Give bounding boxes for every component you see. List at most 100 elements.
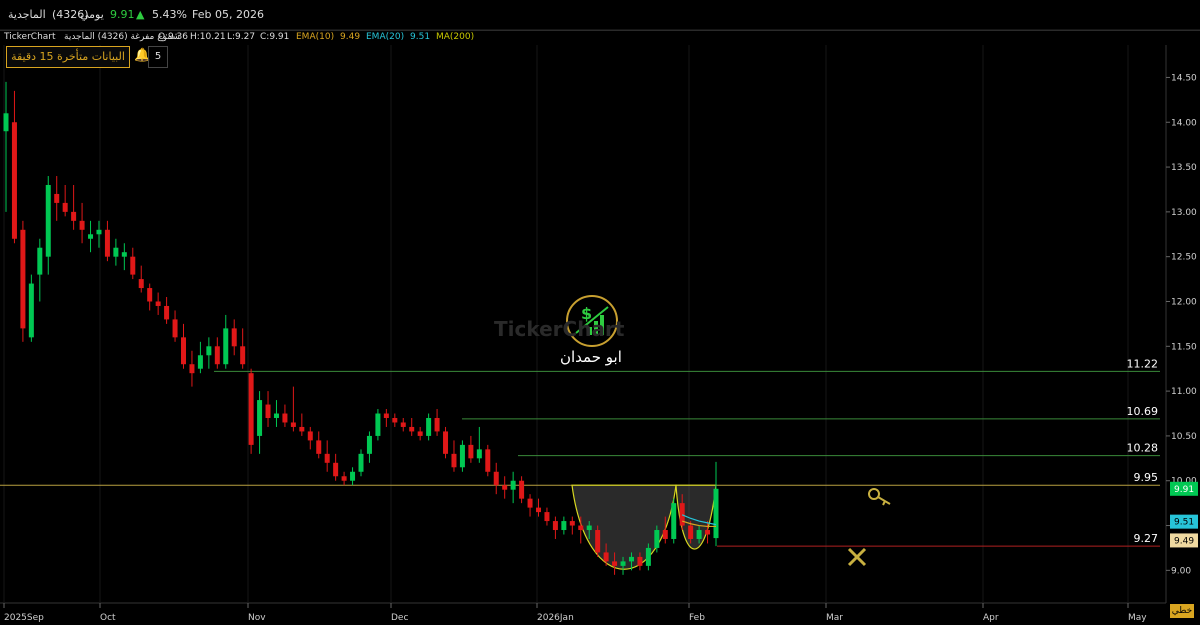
candle-body <box>20 229 26 329</box>
candle-body <box>37 247 43 275</box>
candle-body <box>527 498 533 508</box>
candle-body <box>341 476 347 481</box>
candle-body <box>637 556 643 566</box>
candle-body <box>468 444 474 459</box>
candle-body <box>96 229 102 235</box>
candle-body <box>155 301 161 306</box>
candle-body <box>45 184 51 257</box>
candle-body <box>544 512 550 522</box>
candle-body <box>426 417 432 436</box>
cup-handle-pattern <box>571 484 717 570</box>
candle-body <box>88 234 94 239</box>
candle-body <box>383 413 389 418</box>
candle-body <box>586 525 592 531</box>
key-icon[interactable] <box>868 488 891 506</box>
candle-body <box>552 521 558 531</box>
candle-body <box>366 435 372 454</box>
line-mode-button[interactable]: خطي <box>1170 604 1194 618</box>
level-label: 9.27 <box>1134 532 1159 545</box>
candle-body <box>561 521 567 531</box>
candle-body <box>434 417 440 432</box>
candle-body <box>333 462 339 477</box>
candle-body <box>358 453 364 472</box>
candle-body <box>282 413 288 423</box>
level-label: 10.69 <box>1127 405 1159 418</box>
candle-body <box>459 444 465 468</box>
x-tick-label: Apr <box>983 613 999 623</box>
candle-body <box>299 426 305 432</box>
y-tick-label: 12.50 <box>1171 253 1197 263</box>
y-tick-label: 11.50 <box>1171 342 1197 352</box>
x-tick-label: 2026Jan <box>537 613 574 623</box>
candle-body <box>223 328 229 365</box>
candle-body <box>189 364 195 374</box>
candle-body <box>612 561 618 566</box>
candle-body <box>645 547 651 566</box>
price-chart[interactable]: 14.50 14.00 13.50 13.00 12.50 12.00 11.50 11.00… <box>0 0 1200 625</box>
candle-body <box>595 530 601 553</box>
y-tick-label: 11.00 <box>1171 387 1197 397</box>
close-x-icon[interactable] <box>847 547 867 567</box>
candle-body <box>130 256 136 275</box>
candle-body <box>62 202 68 212</box>
candle-body <box>628 556 634 562</box>
price-tag-label: 9.91 <box>1174 485 1194 495</box>
candle-body <box>519 480 525 499</box>
candle-body <box>713 488 719 539</box>
candle-body <box>603 552 609 562</box>
x-tick-label: Feb <box>689 613 705 623</box>
delay-banner: البيانات متأخرة 15 دقيقة <box>6 46 130 68</box>
candle-body <box>654 530 660 548</box>
candle-body <box>662 530 668 539</box>
x-tick-label: Mar <box>826 613 843 623</box>
price-axis: 14.50 14.00 13.50 13.00 12.50 12.00 11.50 11.00… <box>1166 73 1197 576</box>
candle-body <box>493 471 499 486</box>
y-tick-label: 14.00 <box>1171 118 1197 128</box>
candle-body <box>485 449 491 472</box>
y-tick-label: 13.50 <box>1171 163 1197 173</box>
y-tick-label: 9.00 <box>1171 566 1191 576</box>
candle-body <box>11 122 17 239</box>
watermark-name: ابو حمدان <box>560 348 622 366</box>
candle-body <box>181 337 186 365</box>
candle-body <box>147 288 153 302</box>
candle-body <box>28 283 34 338</box>
candle-body <box>350 471 356 481</box>
candle-body <box>214 346 220 365</box>
candle-body <box>443 431 449 454</box>
candle-body <box>578 525 584 531</box>
candle-body <box>375 413 381 436</box>
candle-body <box>409 426 415 432</box>
watermark-brand: TickerChart <box>494 317 625 341</box>
candle-body <box>688 525 694 539</box>
candle-body <box>257 400 263 436</box>
candle-body <box>324 453 330 463</box>
candle-body <box>536 507 541 513</box>
alert-count[interactable]: 5 <box>148 46 168 68</box>
candle-body <box>121 252 127 257</box>
candle-body <box>290 422 296 427</box>
candle-body <box>71 211 77 221</box>
candle-body <box>138 279 144 289</box>
x-tick-label: 2025Sep <box>4 613 44 623</box>
price-tag-label: 9.49 <box>1174 536 1194 546</box>
candle-body <box>172 319 178 338</box>
candle-body <box>696 530 702 539</box>
candle-body <box>510 480 516 490</box>
candle-body <box>54 193 60 203</box>
x-tick-label: May <box>1128 613 1147 623</box>
candle-body <box>265 404 271 418</box>
candle-body <box>273 413 279 418</box>
candle-body <box>248 373 254 445</box>
candle-body <box>671 503 677 539</box>
y-tick-label: 12.00 <box>1171 297 1197 307</box>
y-tick-label: 10.50 <box>1171 432 1197 442</box>
candle-body <box>476 449 482 459</box>
candle-body <box>3 113 9 132</box>
candle-body <box>569 521 575 526</box>
candle-body <box>502 485 508 490</box>
time-axis: 2025Sep Oct Nov Dec 2026Jan Feb Mar Apr May <box>3 603 1147 623</box>
y-tick-label: 13.00 <box>1171 208 1197 218</box>
candle-body <box>164 305 170 320</box>
candle-body <box>417 431 423 436</box>
